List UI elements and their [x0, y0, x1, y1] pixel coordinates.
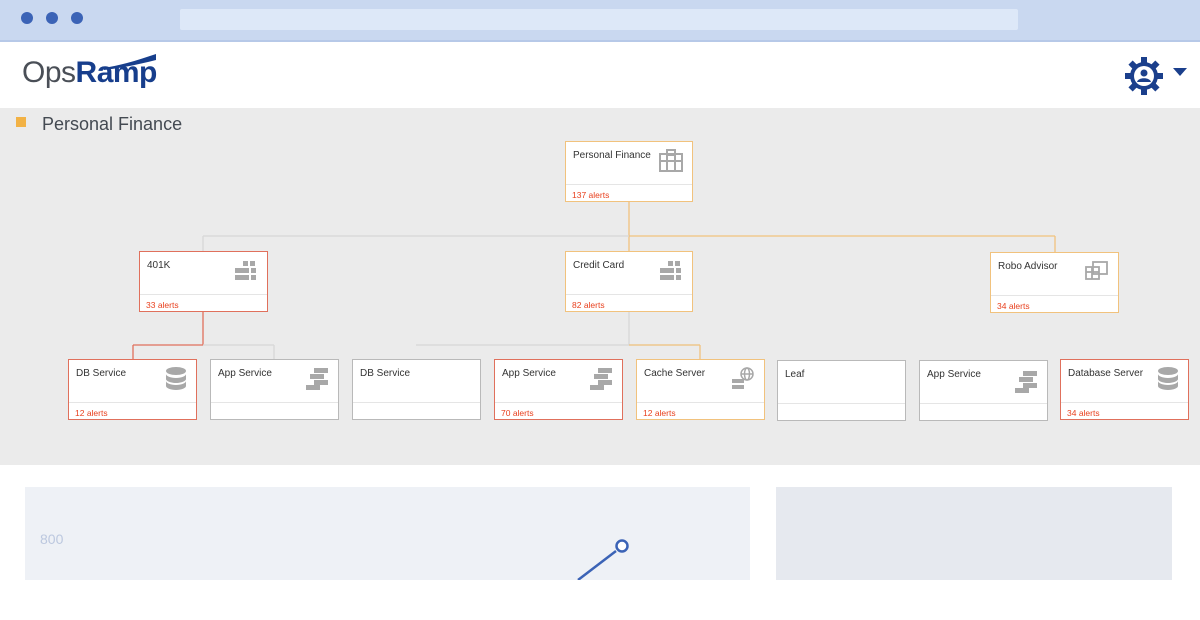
node-label: Credit Card: [573, 260, 625, 271]
app-servers-icon: [306, 368, 328, 390]
node-divider: [495, 402, 622, 403]
node-db-service-1[interactable]: DB Service 12 alerts: [68, 359, 197, 420]
node-robo-advisor[interactable]: Robo Advisor 34 alerts: [990, 252, 1119, 313]
server-grid-icon: [660, 261, 681, 280]
node-divider: [991, 295, 1118, 296]
node-label: App Service: [502, 368, 556, 379]
node-app-service-1[interactable]: App Service: [210, 359, 339, 420]
node-label: App Service: [927, 369, 981, 380]
database-icon: [1158, 367, 1178, 390]
page-footer-space: [0, 580, 1200, 620]
globe-server-icon: [732, 367, 754, 389]
node-credit-card[interactable]: Credit Card 82 alerts: [565, 251, 693, 312]
node-divider: [920, 403, 1047, 404]
node-root[interactable]: Personal Finance 137 alerts: [565, 141, 693, 202]
node-label: DB Service: [360, 368, 411, 379]
node-alert-count: 82 alerts: [572, 300, 605, 310]
database-icon: [166, 367, 186, 390]
node-app-service-2[interactable]: App Service 70 alerts: [494, 359, 623, 420]
node-divider: [566, 184, 692, 185]
node-label: App Service: [218, 368, 272, 379]
node-alert-count: 137 alerts: [572, 190, 610, 200]
node-label: Leaf: [785, 369, 805, 380]
chart-y-tick-label: 800: [40, 531, 64, 547]
node-cache-server[interactable]: Cache Server 12 alerts: [636, 359, 765, 420]
node-alert-count: 12 alerts: [75, 408, 108, 418]
node-divider: [637, 402, 764, 403]
node-label: Personal Finance: [573, 150, 651, 161]
node-alert-count: 34 alerts: [1067, 408, 1100, 418]
node-divider: [353, 402, 480, 403]
node-label: Cache Server: [644, 368, 706, 379]
node-alert-count: 33 alerts: [146, 300, 179, 310]
node-db-service-2[interactable]: DB Service: [352, 359, 481, 420]
node-alert-count: 12 alerts: [643, 408, 676, 418]
node-leaf[interactable]: Leaf: [777, 360, 906, 421]
side-panel: [776, 487, 1172, 580]
server-grid-icon: [235, 261, 256, 280]
chart-panel: [25, 487, 750, 580]
node-database-server[interactable]: Database Server 34 alerts: [1060, 359, 1189, 420]
node-alert-count: 70 alerts: [501, 408, 534, 418]
node-label: Robo Advisor: [998, 261, 1058, 272]
node-app-service-3[interactable]: App Service: [919, 360, 1048, 421]
building-icon: [659, 149, 683, 172]
node-divider: [566, 294, 692, 295]
node-divider: [69, 402, 196, 403]
node-alert-count: 34 alerts: [997, 301, 1030, 311]
node-divider: [211, 402, 338, 403]
app-servers-icon: [1015, 371, 1037, 393]
windows-icon: [1085, 261, 1108, 280]
node-label: 401K: [147, 260, 171, 271]
app-servers-icon: [590, 368, 612, 390]
node-401k[interactable]: 401K 33 alerts: [139, 251, 268, 312]
node-divider: [1061, 402, 1188, 403]
node-divider: [140, 294, 267, 295]
node-label: Database Server: [1068, 368, 1144, 379]
node-divider: [778, 403, 905, 404]
node-label: DB Service: [76, 368, 127, 379]
